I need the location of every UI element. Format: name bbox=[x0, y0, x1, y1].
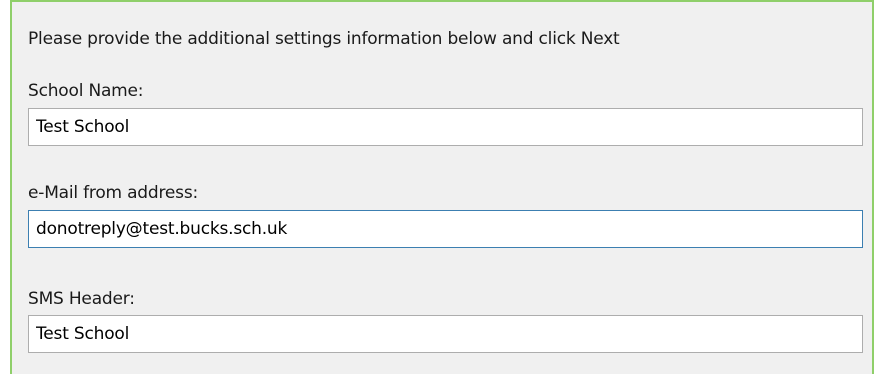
school-name-label: School Name: bbox=[28, 81, 144, 101]
settings-panel: Please provide the additional settings i… bbox=[10, 0, 874, 374]
school-name-input[interactable] bbox=[28, 108, 863, 146]
email-from-label: e-Mail from address: bbox=[28, 183, 199, 203]
email-from-input[interactable] bbox=[28, 210, 863, 248]
instructions-text: Please provide the additional settings i… bbox=[28, 29, 620, 49]
sms-header-input[interactable] bbox=[28, 315, 863, 353]
sms-header-label: SMS Header: bbox=[28, 289, 135, 309]
